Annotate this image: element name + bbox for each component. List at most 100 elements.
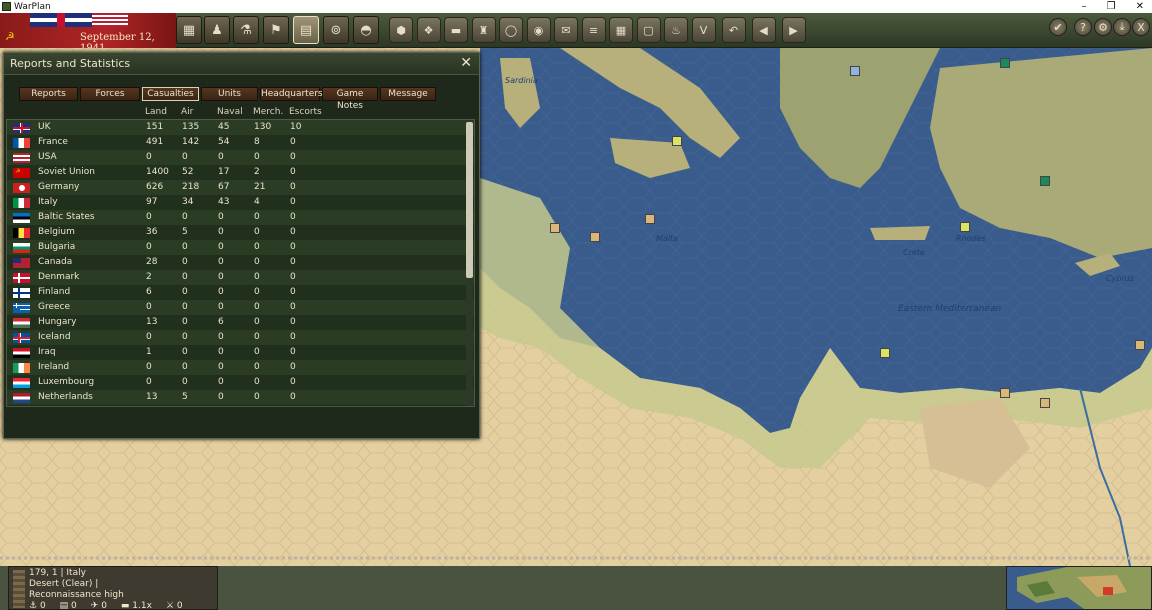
cell-naval: 0 <box>218 377 224 387</box>
reports-panel: Reports and Statistics ✕ Reports Forces … <box>3 52 480 439</box>
cell-land: 0 <box>146 377 152 387</box>
tab-casualties[interactable]: Casualties <box>142 87 199 101</box>
arrow-left-icon[interactable]: ◀ <box>751 17 776 43</box>
cell-naval: 0 <box>218 242 224 252</box>
undo-icon[interactable]: ↶ <box>721 17 746 43</box>
hex-tool-6-icon[interactable]: ◉ <box>526 17 551 43</box>
helmet-icon[interactable]: ◓ <box>353 16 379 44</box>
hex-tool-3-icon[interactable]: ▬ <box>444 17 468 43</box>
map-unit[interactable] <box>672 136 682 146</box>
minimap[interactable] <box>1006 566 1152 610</box>
flag-icon[interactable]: ⚑ <box>263 16 289 44</box>
production-icon[interactable]: ▦ <box>176 16 202 44</box>
research-icon[interactable]: ♟ <box>204 16 230 44</box>
save-icon[interactable]: ⤓ <box>1113 18 1131 36</box>
exit-icon[interactable]: X <box>1132 18 1150 36</box>
hex-tool-9-icon[interactable]: ▦ <box>609 17 633 43</box>
table-row[interactable]: Belgium 36 5 0 0 0 <box>7 225 474 240</box>
country-name: Baltic States <box>38 212 95 222</box>
tab-headquarters[interactable]: Headquarters <box>260 87 323 101</box>
close-icon[interactable]: ✕ <box>460 56 472 70</box>
iceland-flag-icon <box>13 333 30 343</box>
restore-icon[interactable]: ❐ <box>1107 0 1116 13</box>
cell-merch: 0 <box>254 152 260 162</box>
cell-naval: 0 <box>218 362 224 372</box>
table-row[interactable]: Luxembourg 0 0 0 0 0 <box>7 375 474 390</box>
map-unit[interactable] <box>960 222 970 232</box>
cell-air: 0 <box>182 212 188 222</box>
hex-tool-4-icon[interactable]: ♜ <box>471 17 496 43</box>
cell-escorts: 0 <box>290 212 296 222</box>
map-unit[interactable] <box>1000 388 1010 398</box>
tab-game-notes[interactable]: Game Notes <box>322 87 378 111</box>
cell-naval: 17 <box>218 167 230 177</box>
table-row[interactable]: ☭ Soviet Union 1400 52 17 2 0 <box>7 165 474 180</box>
confirm-icon[interactable]: ✔ <box>1049 18 1067 36</box>
table-row[interactable]: Bulgaria 0 0 0 0 0 <box>7 240 474 255</box>
table-row[interactable]: Iraq 1 0 0 0 0 <box>7 345 474 360</box>
tab-message[interactable]: Message <box>380 87 436 101</box>
air-stat: ✈ 0 <box>90 601 107 610</box>
cell-merch: 0 <box>254 272 260 282</box>
tab-units[interactable]: Units <box>201 87 258 101</box>
science-icon[interactable]: ⚗ <box>233 16 259 44</box>
map-unit[interactable] <box>550 223 560 233</box>
table-row[interactable]: UK 151 135 45 130 10 <box>7 120 474 135</box>
table-row[interactable]: Canada 28 0 0 0 0 <box>7 255 474 270</box>
scrollbar-thumb[interactable] <box>466 122 473 278</box>
country-name: Hungary <box>38 317 77 327</box>
cell-land: 6 <box>146 287 152 297</box>
cell-air: 5 <box>182 227 188 237</box>
table-row[interactable]: Denmark 2 0 0 0 0 <box>7 270 474 285</box>
hex-tool-8-icon[interactable]: ≡ <box>581 17 606 43</box>
cell-naval: 0 <box>218 287 224 297</box>
victory-icon[interactable]: V <box>691 17 716 43</box>
table-row[interactable]: Italy 97 34 43 4 0 <box>7 195 474 210</box>
map-unit[interactable] <box>850 66 860 76</box>
table-row[interactable]: Greece 0 0 0 0 0 <box>7 300 474 315</box>
close-icon[interactable]: ✕ <box>1136 0 1144 13</box>
table-row[interactable]: Baltic States 0 0 0 0 0 <box>7 210 474 225</box>
cell-land: 0 <box>146 302 152 312</box>
map-unit[interactable] <box>645 214 655 224</box>
map-unit[interactable] <box>1135 340 1145 350</box>
minimize-icon[interactable]: – <box>1082 0 1087 13</box>
hex-tool-11-icon[interactable]: ♨ <box>664 17 688 43</box>
cell-escorts: 0 <box>290 317 296 327</box>
table-row[interactable]: Hungary 13 0 6 0 0 <box>7 315 474 330</box>
tab-forces[interactable]: Forces <box>80 87 140 101</box>
reports-icon[interactable]: ▤ <box>293 16 319 44</box>
table-row[interactable]: Iceland 0 0 0 0 0 <box>7 330 474 345</box>
map-unit[interactable] <box>590 232 600 242</box>
map-unit[interactable] <box>1040 398 1050 408</box>
table-scrollbar[interactable] <box>466 122 473 406</box>
map-unit[interactable] <box>1040 176 1050 186</box>
map-unit[interactable] <box>880 348 890 358</box>
help-icon[interactable]: ? <box>1074 18 1092 36</box>
table-row[interactable]: Netherlands 13 5 0 0 0 <box>7 390 474 405</box>
cell-naval: 6 <box>218 317 224 327</box>
binoculars-icon[interactable]: ⊚ <box>323 16 349 44</box>
hex-tool-10-icon[interactable]: ▢ <box>636 17 661 43</box>
hex-location: 179, 1 | Italy <box>29 568 86 578</box>
hex-tool-7-icon[interactable]: ✉ <box>554 17 578 43</box>
italy-flag-icon <box>13 198 30 208</box>
hex-tool-5-icon[interactable]: ◯ <box>499 17 523 43</box>
table-row[interactable]: Finland 6 0 0 0 0 <box>7 285 474 300</box>
tab-reports[interactable]: Reports <box>19 87 78 101</box>
cell-escorts: 0 <box>290 392 296 402</box>
cell-air: 135 <box>182 122 200 132</box>
map-label-sardinia: Sardinia <box>505 76 538 85</box>
table-row[interactable]: Germany 626 218 67 21 0 <box>7 180 474 195</box>
table-row[interactable]: USA 0 0 0 0 0 <box>7 150 474 165</box>
table-row[interactable]: France 491 142 54 8 0 <box>7 135 474 150</box>
cell-naval: 0 <box>218 332 224 342</box>
hex-tool-2-icon[interactable]: ❖ <box>416 17 441 43</box>
table-row[interactable]: Ireland 0 0 0 0 0 <box>7 360 474 375</box>
cell-air: 0 <box>182 152 188 162</box>
map-unit[interactable] <box>1000 58 1010 68</box>
arrow-right-icon[interactable]: ▶ <box>781 17 806 43</box>
settings-icon[interactable]: ⚙ <box>1094 18 1112 36</box>
hex-tool-1-icon[interactable]: ⬢ <box>389 17 413 43</box>
hammer-sickle-icon: ☭ <box>5 30 15 43</box>
